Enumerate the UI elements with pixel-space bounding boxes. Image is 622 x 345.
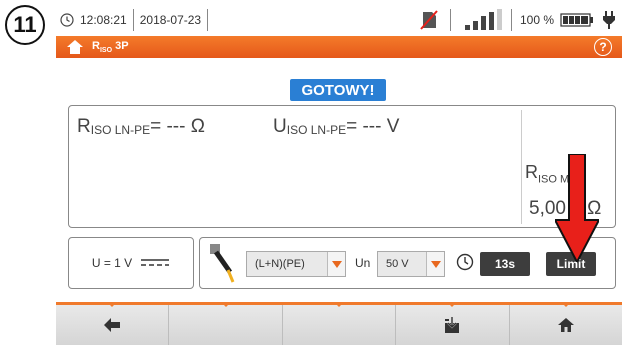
bottom-nav bbox=[56, 302, 622, 345]
chevron-down-icon[interactable] bbox=[426, 252, 444, 276]
probe-icon bbox=[210, 244, 235, 283]
home-icon[interactable] bbox=[66, 39, 84, 55]
title-bar: RISO 3P ? bbox=[56, 36, 622, 58]
nominal-voltage-select[interactable]: 50 V bbox=[377, 251, 445, 277]
page-title: RISO 3P bbox=[92, 39, 129, 55]
nav-button-empty[interactable] bbox=[169, 302, 283, 345]
power-plug-icon bbox=[603, 11, 615, 29]
status-date: 2018-07-23 bbox=[139, 13, 202, 27]
chevron-down-icon[interactable] bbox=[327, 252, 345, 276]
help-button[interactable]: ? bbox=[594, 38, 612, 56]
status-bar: 12:08:21 2018-07-23 100 % bbox=[56, 6, 622, 34]
battery-percent: 100 % bbox=[519, 13, 554, 27]
timer-icon bbox=[456, 253, 474, 271]
signal-strength-icon bbox=[464, 9, 502, 30]
probe-config-select[interactable]: (L+N)(PE) bbox=[246, 251, 346, 277]
sim-disabled-icon bbox=[420, 10, 438, 30]
nav-button-empty[interactable] bbox=[283, 302, 397, 345]
measurement-time-button[interactable]: 13s bbox=[480, 252, 530, 276]
test-voltage-display: U = 1 V bbox=[68, 237, 194, 289]
pointer-arrow-icon bbox=[555, 154, 599, 262]
status-ready-badge: GOTOWY! bbox=[290, 79, 386, 101]
back-button[interactable] bbox=[56, 302, 170, 345]
status-time: 12:08:21 bbox=[80, 13, 127, 27]
measurement-controls: (L+N)(PE) Un 50 V 13s Limit bbox=[199, 237, 616, 289]
home-icon bbox=[557, 318, 574, 332]
battery-icon bbox=[560, 13, 593, 27]
back-icon bbox=[104, 318, 121, 332]
step-number-badge: 11 bbox=[5, 5, 45, 45]
save-icon bbox=[445, 317, 460, 333]
clock-icon bbox=[60, 13, 74, 27]
result-panel: RISO LN-PE= --- Ω UISO LN-PE= --- V RISO… bbox=[68, 105, 616, 228]
un-label: Un bbox=[355, 256, 371, 270]
home-button[interactable] bbox=[510, 302, 622, 345]
save-button[interactable] bbox=[396, 302, 510, 345]
resistance-reading: RISO LN-PE= --- Ω bbox=[77, 116, 205, 137]
voltage-reading: UISO LN-PE= --- V bbox=[273, 116, 400, 137]
dc-symbol-icon bbox=[141, 259, 170, 266]
